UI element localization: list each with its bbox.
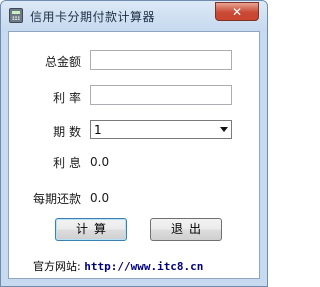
total-amount-label: 总金额	[44, 55, 81, 69]
form-panel: 总金额 利 率 期 数 1 利 息 0.0 每期还款 0.0 计算 退出 官方网…	[8, 31, 260, 279]
window-title: 信用卡分期付款计算器	[30, 10, 156, 24]
periods-select[interactable]: 1	[90, 120, 232, 139]
periods-label: 期 数	[53, 125, 81, 139]
installment-value: 0.0	[90, 191, 110, 205]
interest-value: 0.0	[90, 155, 110, 169]
interest-label: 利 息	[53, 156, 81, 170]
title-bar[interactable]: 信用卡分期付款计算器 ✕	[1, 1, 267, 31]
footer: 官方网站: http://www.itc8.cn	[33, 258, 203, 274]
interest-rate-label: 利 率	[53, 91, 81, 105]
chevron-down-icon[interactable]	[220, 127, 228, 132]
interest-rate-input[interactable]	[90, 85, 232, 105]
website-label: 官方网站:	[33, 260, 81, 273]
app-window: 信用卡分期付款计算器 ✕ 总金额 利 率 期 数 1 利 息 0.0 每期还款 …	[0, 0, 268, 287]
close-icon: ✕	[231, 5, 243, 19]
close-button[interactable]: ✕	[215, 2, 259, 21]
website-link[interactable]: http://www.itc8.cn	[84, 260, 203, 273]
periods-selected-value: 1	[94, 123, 102, 137]
calculate-button[interactable]: 计算	[55, 218, 127, 241]
exit-button[interactable]: 退出	[150, 218, 222, 241]
calculator-icon	[9, 8, 23, 23]
total-amount-input[interactable]	[90, 50, 232, 70]
installment-label: 每期还款	[32, 192, 81, 206]
